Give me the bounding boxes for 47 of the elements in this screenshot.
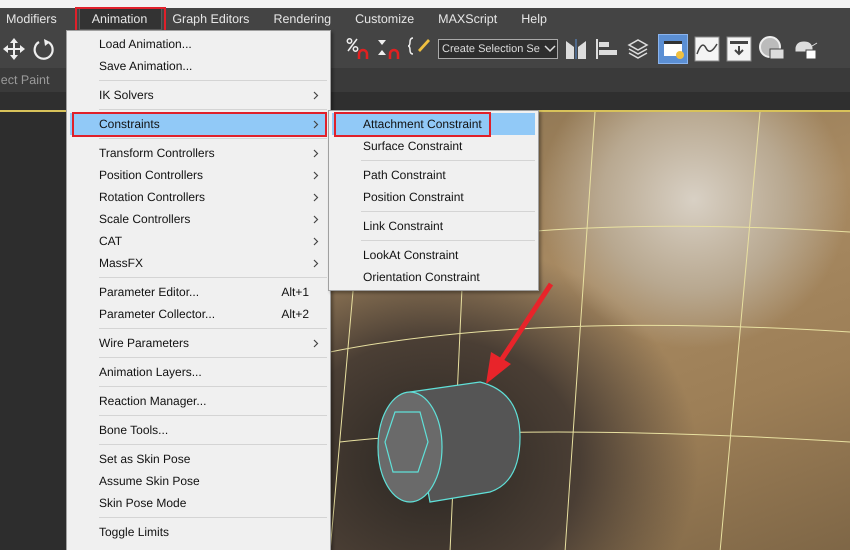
menu-item[interactable]: Assume Skin Pose <box>70 470 327 492</box>
shortcut-label: Alt+1 <box>281 285 309 299</box>
menu-bar-item[interactable]: Help <box>515 8 563 30</box>
menu-item[interactable]: Path Constraint <box>332 164 535 186</box>
menu-item[interactable]: Parameter Collector... Alt+2 <box>70 303 327 325</box>
menu-item[interactable]: Load Animation... <box>70 33 327 55</box>
curve-editor-icon[interactable] <box>694 36 720 62</box>
menu-bar-item[interactable]: Customize <box>349 8 430 30</box>
menu-item[interactable]: Surface Constraint <box>332 135 535 157</box>
spinner-snap-icon[interactable] <box>376 37 402 61</box>
move-icon[interactable] <box>2 37 26 61</box>
menu-item[interactable]: Animation Layers... <box>70 361 327 383</box>
menu-item[interactable]: Save Animation... <box>70 55 327 77</box>
menu-item[interactable]: Scale Controllers <box>70 208 327 230</box>
menu-item[interactable]: Bone Tools... <box>70 419 327 441</box>
menu-item[interactable]: Set as Skin Pose <box>70 448 327 470</box>
menu-item[interactable]: Transform Controllers <box>70 142 327 164</box>
chevron-down-icon <box>542 44 557 54</box>
menu-item[interactable]: Orientation Constraint <box>332 266 535 288</box>
menu-item[interactable]: Wire Parameters <box>70 332 327 354</box>
menu-item[interactable]: Attachment Constraint <box>332 113 535 135</box>
dope-sheet-icon[interactable] <box>726 36 752 62</box>
menu-item[interactable]: Toggle Limits <box>70 521 327 543</box>
shortcut-label: Alt+2 <box>281 307 309 321</box>
menu-item[interactable]: Position Controllers <box>70 164 327 186</box>
menu-item[interactable]: IK Solvers <box>70 84 327 106</box>
menu-item[interactable]: Rotation Controllers <box>70 186 327 208</box>
menu-item[interactable]: Link Constraint <box>332 215 535 237</box>
menu-item[interactable]: Skin Pose Mode <box>70 492 327 514</box>
menu-bar-item[interactable]: Graph Editors <box>166 8 266 30</box>
menu-bar-item[interactable]: Modifiers <box>0 8 73 30</box>
align-icon[interactable] <box>594 37 620 61</box>
menu-item[interactable]: Constraints <box>70 113 327 135</box>
menu-item[interactable]: MassFX <box>70 252 327 274</box>
menu-item[interactable]: CAT <box>70 230 327 252</box>
rotate-icon[interactable] <box>32 37 56 61</box>
mirror-icon[interactable] <box>564 37 588 61</box>
scene-explorer-icon[interactable] <box>658 34 688 64</box>
menu-bar-item[interactable]: Rendering <box>267 8 348 30</box>
menu-bar-item[interactable]: MAXScript <box>432 8 514 30</box>
menu-item[interactable]: Reaction Manager... <box>70 390 327 412</box>
menu-item[interactable]: LookAt Constraint <box>332 244 535 266</box>
selection-set-dropdown[interactable]: Create Selection Se <box>438 39 558 59</box>
menu-item[interactable]: Position Constraint <box>332 186 535 208</box>
ribbon-tab[interactable]: ject Paint <box>0 73 50 87</box>
percent-snap-icon[interactable] <box>346 37 370 61</box>
menu-item[interactable]: Parameter Editor... Alt+1 <box>70 281 327 303</box>
